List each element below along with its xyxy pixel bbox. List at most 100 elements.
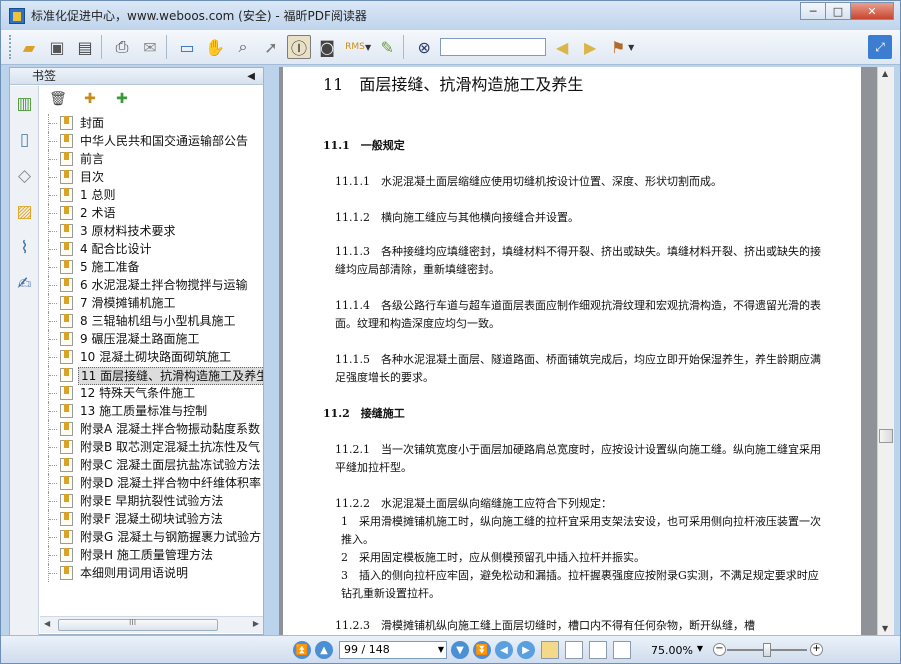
email-icon[interactable]: ✉ [138,35,162,59]
bookmark-item[interactable]: 5 施工准备 [40,258,263,276]
bookmark-item[interactable]: 中华人民共和国交通运输部公告 [40,132,263,150]
search-options-icon[interactable]: ⚑ [606,35,630,59]
search-input[interactable] [440,38,547,56]
paragraph: 11.2.2 水泥混凝土面层纵向缩缝施工应符合下列规定： [335,497,612,510]
find-next-icon[interactable]: ▶ [578,35,602,59]
signatures-tab-icon[interactable]: ✍ [10,266,39,302]
bookmarks-tab-icon[interactable]: ▥ [10,86,39,122]
vertical-scroll-thumb[interactable] [879,429,893,443]
comments-tab-icon[interactable]: ▨ [10,194,39,230]
chapter-title: 11 面层接缝、抗滑构造施工及养生 [323,75,584,94]
bookmark-label: 8 三辊轴机组与小型机具施工 [80,314,236,328]
chevron-down-icon[interactable]: ▼ [628,43,634,52]
previous-page-icon[interactable]: ▲ [315,641,333,659]
select-arrow-icon[interactable]: ➚ [259,35,283,59]
single-page-view-icon[interactable] [541,641,559,659]
bookmark-item[interactable]: 2 术语 [40,204,263,222]
bookmark-icon [60,440,73,454]
bookmark-label: 1 总则 [80,188,116,202]
zoom-slider[interactable]: − + [713,641,823,659]
bookmark-item[interactable]: 前言 [40,150,263,168]
bookmark-item[interactable]: 附录H 施工质量管理方法 [40,546,263,564]
chevron-down-icon[interactable]: ▼ [438,642,444,658]
close-button[interactable]: ✕ [850,2,894,20]
text-select-icon[interactable]: Ⓘ [287,35,311,59]
continuous-facing-view-icon[interactable] [613,641,631,659]
bookmark-item[interactable]: 9 碾压混凝土路面施工 [40,330,263,348]
bookmark-item[interactable]: 10 混凝土砌块路面砌筑施工 [40,348,263,366]
bookmark-item[interactable]: 1 总则 [40,186,263,204]
bookmark-label: 附录C 混凝土面层抗盐冻试验方法 [80,458,261,472]
bookmark-icon [60,530,73,544]
hand-tool-icon[interactable]: ✋ [203,35,227,59]
zoom-out-icon[interactable]: − [713,643,726,656]
restore-view-icon[interactable]: ⤢ [868,35,892,59]
chevron-down-icon[interactable]: ▼ [697,644,703,653]
bookmark-item[interactable]: 目次 [40,168,263,186]
bookmark-item[interactable]: 附录B 取芯测定混凝土抗冻性及气 [40,438,263,456]
zoom-in-icon[interactable]: + [810,643,823,656]
sign-pen-icon[interactable]: ✎ [375,35,399,59]
continuous-view-icon[interactable] [565,641,583,659]
forward-icon[interactable]: ▶ [517,641,535,659]
maximize-button[interactable]: □ [825,2,851,20]
bookmark-item[interactable]: 附录E 早期抗裂性试验方法 [40,492,263,510]
snapshot-camera-icon[interactable]: ◙ [315,35,339,59]
scroll-up-icon[interactable]: ▲ [882,69,888,78]
print-icon[interactable]: ⎙ [110,35,134,59]
bookmark-item[interactable]: 附录C 混凝土面层抗盐冻试验方法 [40,456,263,474]
bookmark-icon [60,224,73,238]
scroll-down-icon[interactable]: ▼ [882,624,888,633]
minimize-button[interactable]: ─ [800,2,826,20]
vertical-scrollbar[interactable]: ▲ ▼ [877,67,894,635]
bookmark-item[interactable]: 6 水泥混凝土拌合物搅拌与运输 [40,276,263,294]
facing-view-icon[interactable] [589,641,607,659]
back-icon[interactable]: ◀ [495,641,513,659]
find-binoculars-icon[interactable]: ⊗ [412,35,436,59]
zoom-magnifier-icon[interactable]: ⌕ [231,35,255,59]
tree-line [49,483,57,484]
bookmark-item[interactable]: 附录D 混凝土拌合物中纤维体积率 [40,474,263,492]
bookmark-item[interactable]: 3 原材料技术要求 [40,222,263,240]
attachments-tab-icon[interactable]: ⌇ [10,230,39,266]
first-page-icon[interactable]: ⏫ [293,641,311,659]
pages-tab-icon[interactable]: ▯ [10,122,39,158]
bookmark-item[interactable]: 13 施工质量标准与控制 [40,402,263,420]
save-icon[interactable]: ▣ [45,35,69,59]
bookmark-item[interactable]: 封面 [40,114,263,132]
bookmark-item[interactable]: 附录F 混凝土砌块试验方法 [40,510,263,528]
last-page-icon[interactable]: ⏬ [473,641,491,659]
bookmark-item[interactable]: 4 配合比设计 [40,240,263,258]
scroll-thumb[interactable]: III [58,618,218,631]
delete-bookmark-icon[interactable]: 🗑 [48,89,68,109]
layers-tab-icon[interactable]: ◇ [10,158,39,194]
fullscreen-monitor-icon[interactable]: ▭ [175,35,199,59]
bookmark-item[interactable]: 12 特殊天气条件施工 [40,384,263,402]
add-child-bookmark-icon[interactable]: ✚ [112,89,132,109]
scroll-left-icon[interactable]: ◀ [44,619,50,628]
next-page-icon[interactable]: ▼ [451,641,469,659]
zoom-thumb[interactable] [763,643,771,657]
rms-label: RMS [345,42,365,52]
chevron-down-icon[interactable]: ▼ [365,43,371,52]
add-bookmark-icon[interactable]: ✚ [80,89,100,109]
bookmark-item[interactable]: 7 滑模摊铺机施工 [40,294,263,312]
horizontal-scrollbar[interactable]: ◀ III ▶ [40,616,263,633]
bookmark-item[interactable]: 附录G 混凝土与钢筋握裹力试验方 [40,528,263,546]
page-number-input[interactable]: 99 / 148 ▼ [339,641,447,659]
bookmark-item[interactable]: 本细则用词用语说明 [40,564,263,582]
bookmark-item[interactable]: 11 面层接缝、抗滑构造施工及养生 [40,366,263,385]
bookmark-item[interactable]: 8 三辊轴机组与小型机具施工 [40,312,263,330]
bookmark-label: 5 施工准备 [80,260,140,274]
bookmark-item[interactable]: 附录A 混凝土拌合物振动黏度系数 [40,420,263,438]
find-previous-icon[interactable]: ◀ [550,35,574,59]
rms-lock-icon[interactable]: RMS [343,35,367,59]
toolbar-grip[interactable] [9,35,13,59]
scroll-right-icon[interactable]: ▶ [253,619,259,628]
collapse-panel-icon[interactable]: ◀ [247,68,255,85]
open-folder-icon[interactable]: ▰ [17,35,41,59]
bookmark-label: 封面 [80,116,105,130]
save-as-icon[interactable]: ▤ [73,35,97,59]
zoom-level-select[interactable]: 75.00% ▼ [651,644,705,657]
app-window: 标准化促进中心，www.weboos.com (安全) - 福昕PDF阅读器 ─… [0,0,901,664]
